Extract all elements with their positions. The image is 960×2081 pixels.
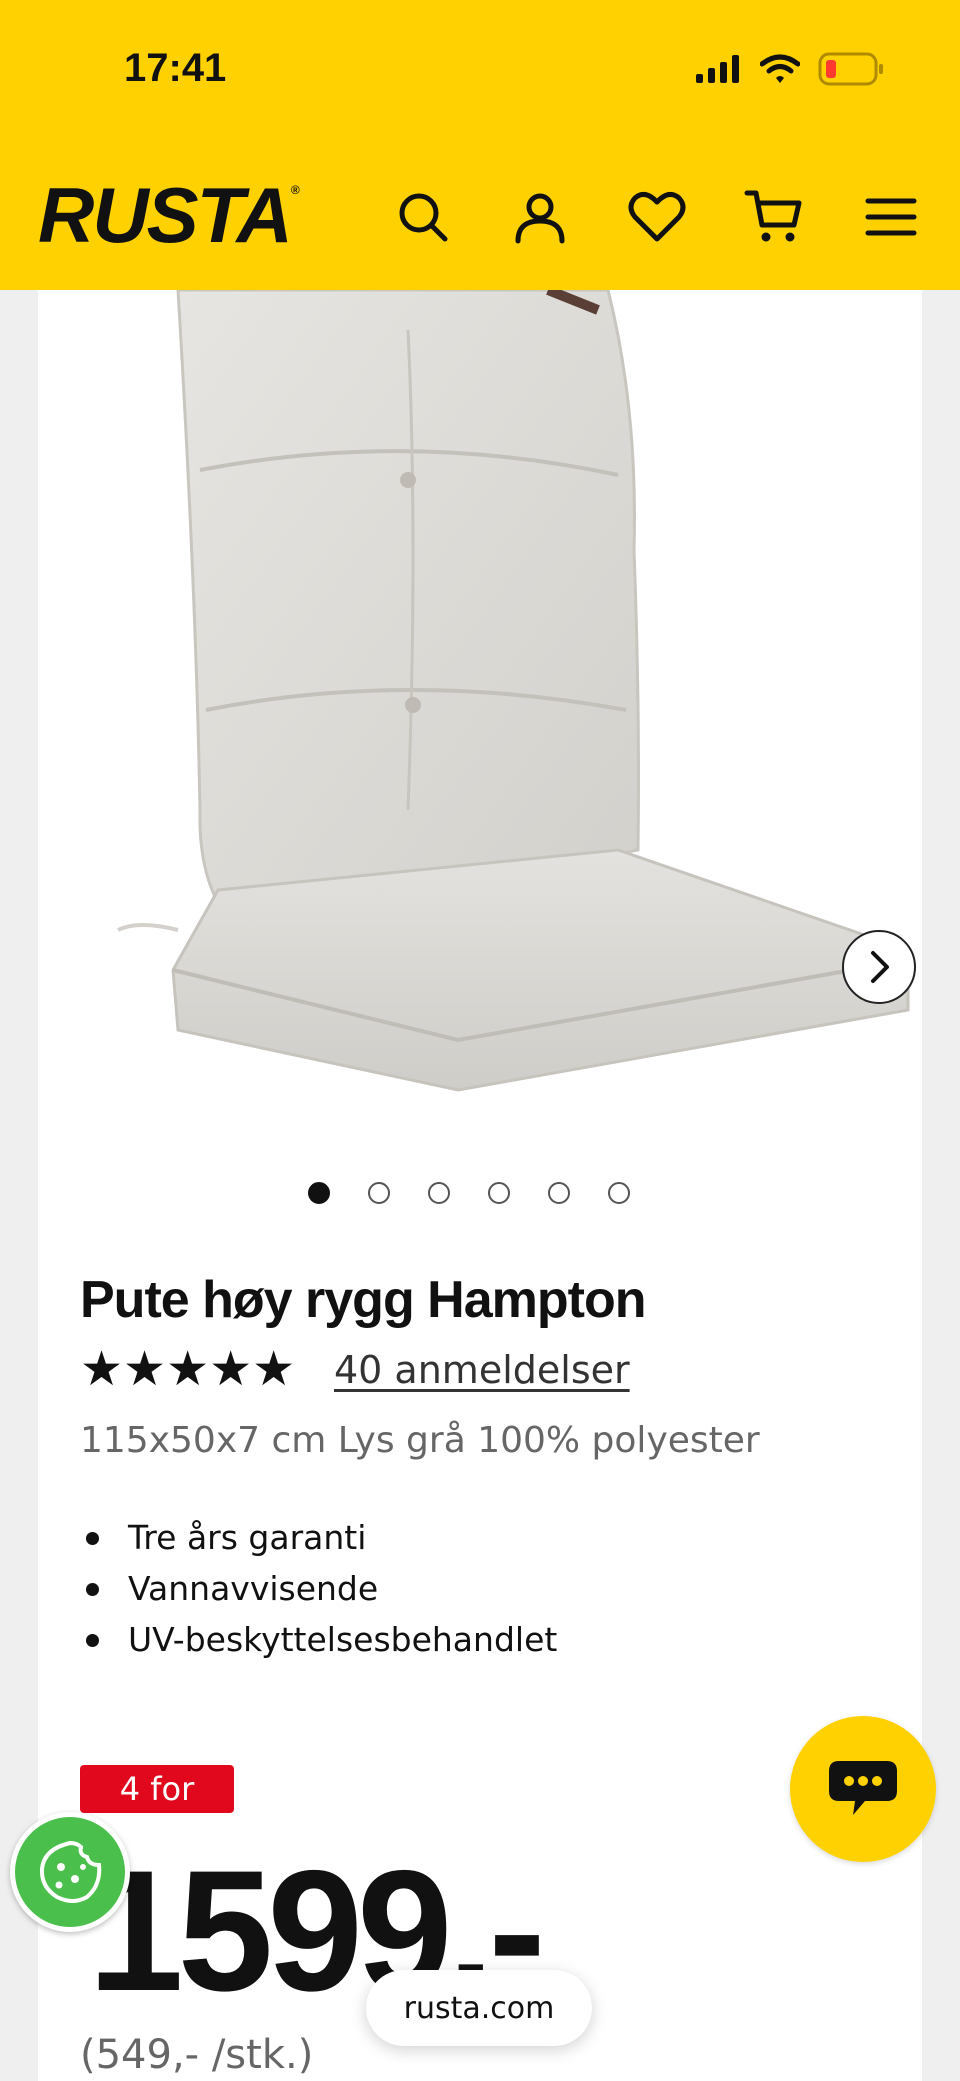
pagination-dot[interactable]: [608, 1182, 630, 1204]
pagination-dot[interactable]: [308, 1182, 330, 1204]
account-icon[interactable]: [509, 186, 571, 248]
star-icon: ★: [209, 1341, 253, 1397]
product-description: 115x50x7 cm Lys grå 100% polyester: [80, 1420, 760, 1461]
pagination-dot[interactable]: [428, 1182, 450, 1204]
signal-icon: [696, 55, 739, 83]
chevron-right-icon: [871, 951, 889, 983]
reviews-link[interactable]: 40 anmeldelser: [334, 1348, 630, 1392]
menu-icon[interactable]: [860, 186, 922, 248]
cookie-settings-button[interactable]: [10, 1812, 130, 1932]
rating-stars: ★ ★ ★ ★ ★: [80, 1345, 295, 1393]
cookie-icon: [39, 1840, 102, 1903]
header-bar: 17:41 RUSTA®: [0, 0, 960, 290]
cart-icon[interactable]: [743, 186, 805, 248]
wifi-icon: [760, 54, 800, 83]
chat-icon: [829, 1761, 897, 1815]
browser-url-pill[interactable]: rusta.com: [366, 1970, 592, 2046]
product-image[interactable]: [78, 290, 928, 1110]
status-time: 17:41: [124, 46, 227, 90]
next-image-button[interactable]: [842, 930, 916, 1004]
deal-badge: 4 for: [80, 1765, 234, 1813]
product-title: Pute høy rygg Hampton: [80, 1271, 646, 1329]
star-icon: ★: [166, 1341, 210, 1397]
pagination-dot[interactable]: [548, 1182, 570, 1204]
status-icons: [694, 52, 884, 86]
star-icon: ★: [252, 1341, 296, 1397]
feature-list: Tre års garanti Vannavvisende UV-beskytt…: [80, 1512, 557, 1665]
battery-icon: [818, 52, 883, 86]
feature-item: Tre års garanti: [80, 1512, 557, 1563]
feature-item: UV-beskyttelsesbehandlet: [80, 1614, 557, 1665]
feature-item: Vannavvisende: [80, 1563, 557, 1614]
pagination-dot[interactable]: [488, 1182, 510, 1204]
star-icon: ★: [80, 1341, 124, 1397]
star-icon: ★: [123, 1341, 167, 1397]
unit-price: (549,- /stk.): [80, 2032, 314, 2078]
heart-icon[interactable]: [626, 186, 688, 248]
search-icon[interactable]: [392, 186, 454, 248]
chat-button[interactable]: [790, 1716, 936, 1862]
pagination-dot[interactable]: [368, 1182, 390, 1204]
gallery-pagination: [308, 1182, 630, 1204]
rusta-logo[interactable]: RUSTA®: [38, 176, 300, 254]
